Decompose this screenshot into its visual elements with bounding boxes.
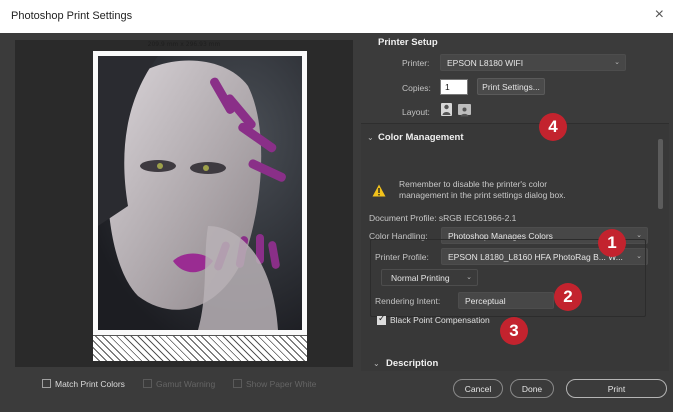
- landscape-layout-icon[interactable]: [458, 104, 471, 117]
- rendering-intent-label: Rendering Intent:: [375, 296, 441, 306]
- show-paper-white-label: Show Paper White: [246, 379, 317, 389]
- panel-scrollbar[interactable]: [656, 127, 665, 369]
- print-settings-button[interactable]: Print Settings...: [477, 78, 545, 95]
- portrait-photo: [98, 56, 302, 330]
- warning-text-line-2: management in the print settings dialog …: [399, 190, 566, 200]
- cancel-button[interactable]: Cancel: [453, 379, 503, 398]
- show-paper-white-checkbox[interactable]: [233, 379, 242, 388]
- portrait-layout-icon[interactable]: [441, 103, 452, 116]
- print-button[interactable]: Print: [566, 379, 667, 398]
- scrollbar-thumb[interactable]: [658, 139, 663, 209]
- paper-size-label: 209.9 mm x 296.93 mm: [147, 41, 221, 48]
- copies-label: Copies:: [402, 83, 431, 93]
- warning-text-line-1: Remember to disable the printer's color: [399, 179, 548, 189]
- title-bar: Photoshop Print Settings ×: [0, 0, 673, 33]
- color-management-title: Color Management: [378, 132, 464, 143]
- copies-input[interactable]: 1: [440, 79, 468, 95]
- annotation-badge-2: 2: [554, 283, 582, 311]
- gamut-warning-checkbox[interactable]: [143, 379, 152, 388]
- normal-printing-select[interactable]: Normal Printing ⌄: [381, 269, 478, 286]
- collapse-chevron-icon[interactable]: ⌄: [367, 133, 374, 142]
- window-title: Photoshop Print Settings: [11, 10, 133, 22]
- preview-image[interactable]: [98, 56, 302, 330]
- match-print-colors-label: Match Print Colors: [55, 379, 125, 389]
- printer-setup-title: Printer Setup: [378, 37, 438, 48]
- layout-label: Layout:: [402, 107, 430, 117]
- chevron-down-icon: ⌄: [636, 232, 642, 239]
- done-button[interactable]: Done: [510, 379, 554, 398]
- printer-select-value: EPSON L8180 WIFI: [447, 58, 524, 68]
- annotation-badge-4: 4: [539, 113, 567, 141]
- description-title: Description: [386, 358, 439, 369]
- annotation-badge-3: 3: [500, 317, 528, 345]
- description-chevron-icon[interactable]: ⌄: [373, 359, 380, 368]
- warning-icon: [372, 184, 386, 197]
- black-point-checkbox[interactable]: [377, 314, 386, 325]
- printer-select[interactable]: EPSON L8180 WIFI ⌄: [440, 54, 626, 71]
- black-point-label: Black Point Compensation: [390, 315, 490, 325]
- match-print-colors-checkbox[interactable]: [42, 379, 51, 388]
- printer-label: Printer:: [402, 58, 430, 68]
- gamut-warning-label: Gamut Warning: [156, 379, 216, 389]
- annotation-badge-1: 1: [598, 229, 626, 257]
- chevron-down-icon: ⌄: [614, 59, 620, 66]
- rendering-intent-select[interactable]: Perceptual: [458, 292, 554, 309]
- print-preview: 209.9 mm x 296.93 mm: [15, 40, 353, 367]
- normal-printing-value: Normal Printing: [391, 273, 450, 283]
- close-icon[interactable]: ×: [655, 7, 664, 23]
- document-profile: Document Profile: sRGB IEC61966-2.1: [369, 213, 517, 223]
- chevron-down-icon: ⌄: [466, 274, 472, 281]
- rendering-intent-value: Perceptual: [465, 296, 506, 306]
- dialog-body: 209.9 mm x 296.93 mm Printer Setup Print…: [0, 33, 673, 412]
- paper-sheet[interactable]: [93, 51, 307, 361]
- unprintable-area: [93, 335, 307, 361]
